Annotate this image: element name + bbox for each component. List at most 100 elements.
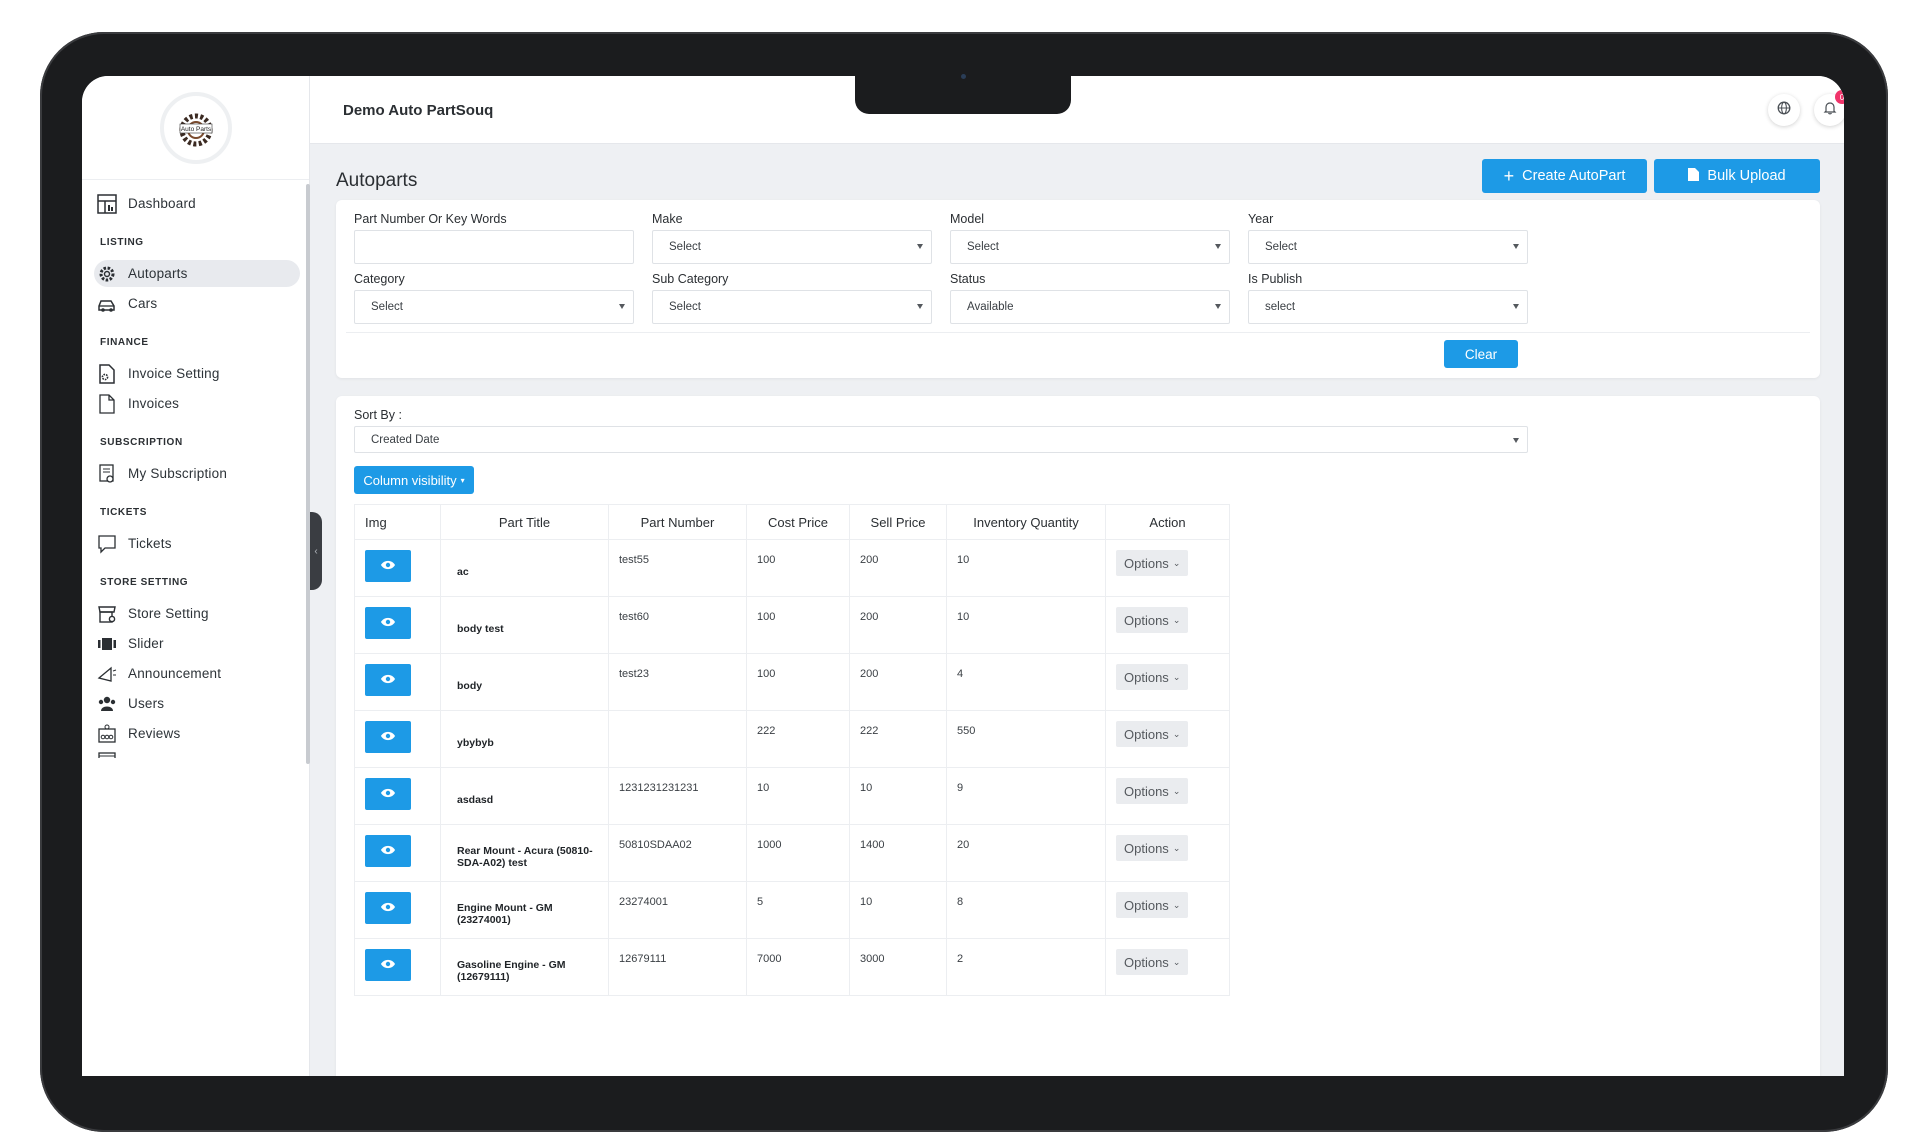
cell-part-title: body test xyxy=(440,596,609,654)
chevron-down-icon: ⌄ xyxy=(1172,899,1181,910)
sidebar-item-announcement[interactable]: Announcement xyxy=(94,660,300,687)
view-image-button[interactable] xyxy=(365,778,411,810)
options-label: Options xyxy=(1124,783,1169,799)
chat-icon xyxy=(96,533,118,555)
options-button[interactable]: Options ⌄ xyxy=(1116,892,1189,918)
sidebar-item-invoice-setting[interactable]: Invoice Setting xyxy=(94,360,300,387)
sidebar-item-partial[interactable] xyxy=(94,750,300,758)
create-autopart-button[interactable]: + Create AutoPart xyxy=(1482,159,1647,193)
options-button[interactable]: Options ⌄ xyxy=(1116,607,1189,633)
cell-img xyxy=(354,881,441,939)
section-tickets: TICKETS xyxy=(100,507,147,518)
make-select[interactable]: Select xyxy=(652,230,932,264)
col-cost-price[interactable]: Cost Price xyxy=(746,504,850,540)
col-img[interactable]: Img xyxy=(354,504,441,540)
status-select[interactable]: Available xyxy=(950,290,1230,324)
cell-cost-price: 5 xyxy=(746,881,850,939)
top-bar: Demo Auto PartSouq 0 xyxy=(310,76,1844,144)
caret-down-icon xyxy=(619,304,625,309)
table-body: ac test55 100 200 10 Options ⌄ body test… xyxy=(354,539,1230,996)
cell-part-number: test23 xyxy=(608,653,747,711)
col-action: Action xyxy=(1105,504,1230,540)
store-logo[interactable]: Auto Parts xyxy=(159,91,232,164)
sidebar-collapse-toggle[interactable]: ‹ xyxy=(310,512,322,590)
options-button[interactable]: Options ⌄ xyxy=(1116,664,1189,690)
caret-down-icon xyxy=(1215,304,1221,309)
col-part-title[interactable]: Part Title xyxy=(440,504,609,540)
bulk-upload-button[interactable]: Bulk Upload xyxy=(1654,159,1820,193)
sidebar-item-label: Invoices xyxy=(128,396,180,411)
caret-down-icon xyxy=(917,244,923,249)
sidebar-item-autoparts[interactable]: Autoparts xyxy=(94,260,300,287)
table-header-row: Img Part Title Part Number Cost Price Se… xyxy=(354,504,1230,540)
column-visibility-button[interactable]: Column visibility ▾ xyxy=(354,466,474,494)
table-row: body test23 100 200 4 Options ⌄ xyxy=(354,653,1230,711)
notifications-button[interactable]: 0 xyxy=(1814,90,1844,126)
sidebar-item-tickets[interactable]: Tickets xyxy=(94,530,300,557)
chevron-down-icon: ⌄ xyxy=(1172,557,1181,568)
section-subscription: SUBSCRIPTION xyxy=(100,437,183,448)
invoice-setting-icon xyxy=(96,363,118,385)
language-button[interactable] xyxy=(1768,94,1800,126)
cell-cost-price: 10 xyxy=(746,767,850,825)
cell-inventory-quantity: 550 xyxy=(946,710,1106,768)
category-select[interactable]: Select xyxy=(354,290,634,324)
col-sell-price[interactable]: Sell Price xyxy=(849,504,947,540)
view-image-button[interactable] xyxy=(365,721,411,753)
col-part-number[interactable]: Part Number xyxy=(608,504,747,540)
options-button[interactable]: Options ⌄ xyxy=(1116,550,1189,576)
view-image-button[interactable] xyxy=(365,835,411,867)
table-row: body test test60 100 200 10 Options ⌄ xyxy=(354,596,1230,654)
options-button[interactable]: Options ⌄ xyxy=(1116,778,1189,804)
sub-category-select[interactable]: Select xyxy=(652,290,932,324)
cell-sell-price: 1400 xyxy=(849,824,947,882)
view-image-button[interactable] xyxy=(365,949,411,981)
store-name: Demo Auto PartSouq xyxy=(343,102,494,119)
year-select[interactable]: Select xyxy=(1248,230,1528,264)
cell-part-title: asdasd xyxy=(440,767,609,825)
sidebar-item-slider[interactable]: Slider xyxy=(94,630,300,657)
view-image-button[interactable] xyxy=(365,892,411,924)
sidebar-item-store-setting[interactable]: Store Setting xyxy=(94,600,300,627)
cell-inventory-quantity: 10 xyxy=(946,539,1106,597)
list-card: Sort By : Created Date Column visibility… xyxy=(336,396,1820,1076)
options-button[interactable]: Options ⌄ xyxy=(1116,835,1189,861)
chevron-down-icon: ⌄ xyxy=(1172,785,1181,796)
sidebar-item-dashboard[interactable]: Dashboard xyxy=(94,190,300,217)
view-image-button[interactable] xyxy=(365,550,411,582)
eye-icon xyxy=(381,731,395,744)
view-image-button[interactable] xyxy=(365,607,411,639)
model-select[interactable]: Select xyxy=(950,230,1230,264)
sidebar-scrollbar[interactable] xyxy=(306,184,310,764)
cell-sell-price: 200 xyxy=(849,653,947,711)
caret-down-icon xyxy=(1513,304,1519,309)
sidebar-item-invoices[interactable]: Invoices xyxy=(94,390,300,417)
cell-sell-price: 200 xyxy=(849,596,947,654)
status-select-value: Available xyxy=(967,301,1014,313)
users-icon xyxy=(96,693,118,715)
col-inventory-quantity[interactable]: Inventory Quantity xyxy=(946,504,1106,540)
cell-cost-price: 100 xyxy=(746,539,850,597)
sidebar-item-my-subscription[interactable]: My Subscription xyxy=(94,460,300,487)
table-row: ac test55 100 200 10 Options ⌄ xyxy=(354,539,1230,597)
options-button[interactable]: Options ⌄ xyxy=(1116,721,1189,747)
reviews-icon xyxy=(96,723,118,745)
caret-down-icon xyxy=(917,304,923,309)
sidebar-item-cars[interactable]: Cars xyxy=(94,290,300,317)
table-row: Engine Mount - GM (23274001) 23274001 5 … xyxy=(354,881,1230,939)
part-number-input[interactable] xyxy=(354,230,634,264)
sub-category-label: Sub Category xyxy=(652,272,729,286)
cell-part-number: test60 xyxy=(608,596,747,654)
is-publish-select[interactable]: select xyxy=(1248,290,1528,324)
sort-select[interactable]: Created Date xyxy=(354,426,1528,453)
eye-icon xyxy=(381,560,395,573)
sort-select-value: Created Date xyxy=(371,433,440,446)
view-image-button[interactable] xyxy=(365,664,411,696)
clear-button[interactable]: Clear xyxy=(1444,340,1518,368)
sidebar-item-reviews[interactable]: Reviews xyxy=(94,720,300,747)
options-button[interactable]: Options ⌄ xyxy=(1116,949,1189,975)
sidebar-item-users[interactable]: Users xyxy=(94,690,300,717)
section-listing: LISTING xyxy=(100,237,144,248)
notification-badge: 0 xyxy=(1835,90,1844,104)
chevron-down-icon: ⌄ xyxy=(1172,728,1181,739)
